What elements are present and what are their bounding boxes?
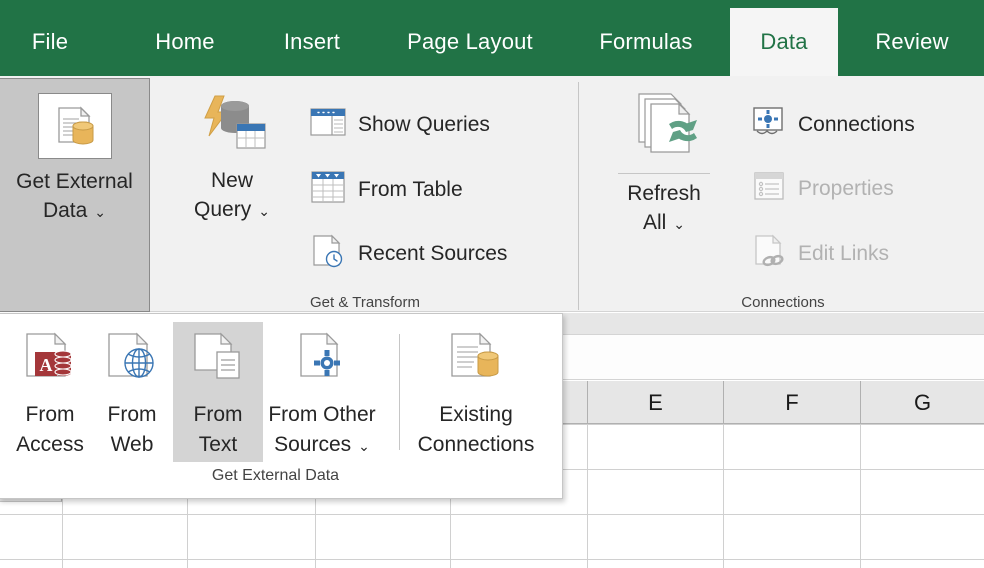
connections-icon (752, 106, 786, 143)
dropdown-group-label: Get External Data (0, 467, 552, 485)
column-header-g[interactable]: G (860, 381, 984, 424)
edit-links-icon (752, 234, 786, 273)
ra-line1: Refresh (627, 182, 701, 205)
refresh-divider (618, 173, 710, 174)
from-text-menu-item[interactable]: From Text (173, 322, 263, 462)
tab-page-layout[interactable]: Page Layout (386, 8, 554, 76)
dropdown-separator (399, 334, 400, 450)
excel-window: File Home Insert Page Layout Formulas Da… (0, 0, 984, 568)
tab-home[interactable]: Home (132, 8, 238, 76)
new-query-button[interactable]: New Query ⌄ (176, 92, 288, 225)
tab-data-label: Data (760, 29, 807, 55)
nq-line2: Query (194, 198, 251, 221)
from-other-sources-label: From Other Sources ⌄ (268, 400, 375, 460)
fos-line1: From Other (268, 403, 375, 426)
ft-line2: Text (199, 433, 238, 456)
access-database-icon: A (19, 322, 81, 400)
chevron-down-icon[interactable]: ⌄ (258, 202, 270, 221)
fa-line1: From (26, 403, 75, 426)
tab-file[interactable]: File (10, 8, 90, 76)
from-text-label: From Text (194, 400, 243, 460)
get-external-data-button[interactable]: Get External Data ⌄ (0, 78, 150, 312)
tab-file-label: File (32, 29, 68, 55)
ribbon: Get External Data ⌄ (0, 76, 984, 312)
other-sources-icon (291, 322, 353, 400)
fw-line1: From (108, 403, 157, 426)
from-access-label: From Access (16, 400, 84, 460)
edit-links-label: Edit Links (798, 242, 889, 266)
show-queries-button[interactable]: Show Queries (310, 106, 490, 143)
connections-label: Connections (798, 113, 915, 137)
ec-line1: Existing (439, 403, 513, 426)
refresh-documents-icon (623, 90, 705, 169)
from-table-button[interactable]: From Table (310, 170, 463, 209)
connections-button[interactable]: Connections (752, 106, 915, 143)
get-external-data-label: Get External Data ⌄ (16, 168, 133, 226)
column-header-f[interactable]: F (723, 381, 860, 424)
from-table-label: From Table (358, 178, 463, 202)
svg-text:A: A (40, 355, 53, 375)
fw-line2: Web (111, 433, 154, 456)
recent-sources-button[interactable]: Recent Sources (310, 234, 507, 273)
ra-line2: All (643, 211, 666, 234)
existing-connections-menu-item[interactable]: Existing Connections (411, 322, 541, 462)
tab-formulas-label: Formulas (599, 29, 692, 55)
ribbon-tab-bar: File Home Insert Page Layout Formulas Da… (0, 0, 984, 76)
fos-line2: Sources (274, 433, 351, 456)
group-label-connections: Connections (650, 294, 916, 311)
table-filter-icon (310, 170, 346, 209)
ged-line2: Data (43, 199, 87, 222)
column-header-e[interactable]: E (587, 381, 723, 424)
document-database-icon (38, 93, 112, 159)
tab-insert[interactable]: Insert (262, 8, 362, 76)
refresh-all-label: Refresh All ⌄ (627, 180, 701, 238)
new-query-label: New Query ⌄ (194, 167, 270, 225)
existing-connections-icon (442, 322, 510, 400)
chevron-down-icon[interactable]: ⌄ (358, 437, 370, 457)
text-file-icon (187, 322, 249, 400)
group-label-get-transform: Get & Transform (230, 294, 500, 311)
tab-data[interactable]: Data (730, 8, 838, 76)
fa-line2: Access (16, 433, 84, 456)
web-globe-icon (101, 322, 163, 400)
chevron-down-icon[interactable]: ⌄ (673, 215, 685, 234)
get-external-data-dropdown-panel: A From Access (0, 313, 563, 499)
ged-line1: Get External (16, 170, 133, 193)
from-web-menu-item[interactable]: From Web (87, 322, 177, 462)
chevron-down-icon[interactable]: ⌄ (94, 203, 106, 222)
from-other-sources-menu-item[interactable]: From Other Sources ⌄ (257, 322, 387, 462)
show-queries-label: Show Queries (358, 113, 490, 137)
refresh-all-button[interactable]: Refresh All ⌄ (608, 90, 720, 238)
edit-links-button[interactable]: Edit Links (752, 234, 889, 273)
properties-button[interactable]: Properties (752, 170, 894, 207)
tab-insert-label: Insert (284, 29, 340, 55)
from-access-menu-item[interactable]: A From Access (5, 322, 95, 462)
lightning-database-table-icon (197, 92, 267, 163)
tab-review[interactable]: Review (856, 8, 968, 76)
tab-page-layout-label: Page Layout (407, 29, 533, 55)
ec-line2: Connections (418, 433, 535, 456)
queries-pane-icon (310, 106, 346, 143)
ft-line1: From (194, 403, 243, 426)
recent-sources-label: Recent Sources (358, 242, 507, 266)
properties-icon (752, 170, 786, 207)
nq-line1: New (211, 169, 253, 192)
existing-connections-label: Existing Connections (418, 400, 535, 460)
tab-home-label: Home (155, 29, 215, 55)
tab-review-label: Review (875, 29, 948, 55)
document-clock-icon (310, 234, 346, 273)
from-web-label: From Web (108, 400, 157, 460)
properties-label: Properties (798, 177, 894, 201)
group-separator (578, 82, 579, 310)
tab-formulas[interactable]: Formulas (578, 8, 714, 76)
